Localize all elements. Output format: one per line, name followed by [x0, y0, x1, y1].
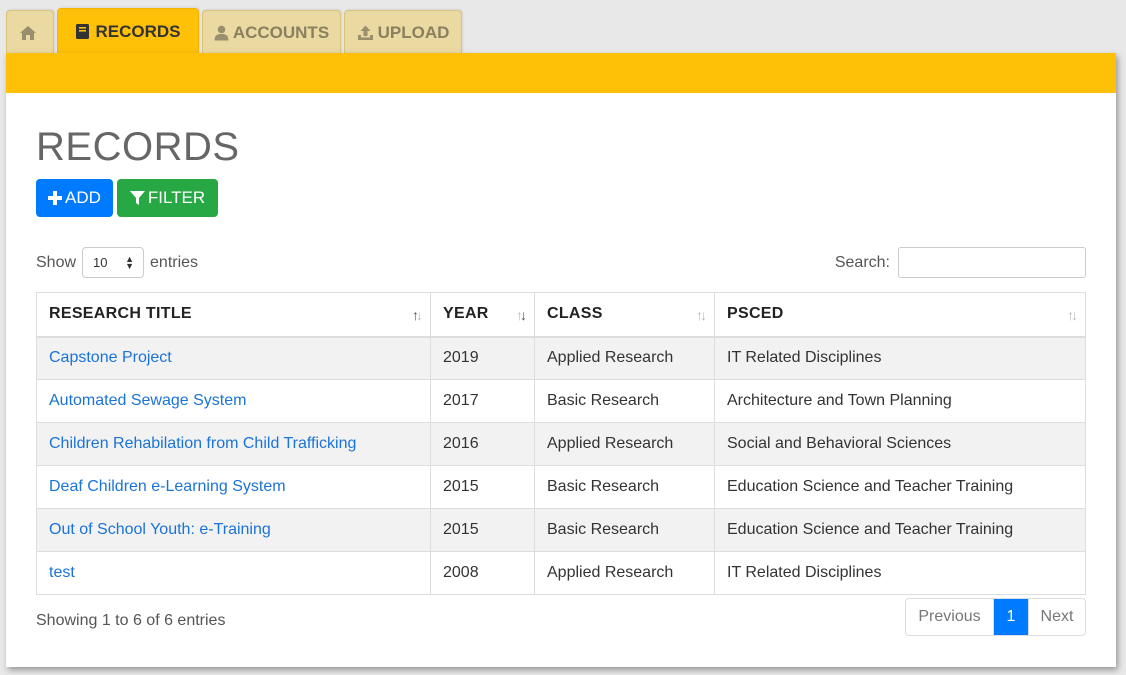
tab-upload[interactable]: UPLOAD — [344, 10, 462, 54]
filter-button[interactable]: FILTER — [117, 179, 218, 217]
show-label: Show — [36, 253, 77, 271]
plus-icon — [48, 191, 63, 205]
page-1-button[interactable]: 1 — [994, 599, 1028, 635]
upload-icon — [357, 25, 374, 41]
column-header-research-title[interactable]: RESEARCH TITLE ↑↓ — [36, 292, 431, 338]
table-row: Out of School Youth: e-Training 2015 Bas… — [36, 508, 1086, 552]
home-icon — [19, 25, 37, 41]
nav-tabs: RECORDS ACCOUNTS UPLOAD — [6, 8, 466, 54]
record-year: 2008 — [430, 551, 535, 595]
table-row: Capstone Project 2019 Applied Research I… — [36, 336, 1086, 380]
sort-icon: ↑↓ — [516, 307, 527, 323]
table-row: Children Rehabilation from Child Traffic… — [36, 422, 1086, 466]
show-entries-control: Show 10 ▲ ▼ entries — [36, 247, 198, 278]
search-label: Search: — [834, 253, 890, 271]
record-class: Applied Research — [534, 422, 715, 466]
add-button-label: ADD — [65, 188, 101, 207]
entries-select-value: 10 — [93, 255, 108, 270]
search-control: Search: — [835, 247, 1086, 278]
record-year: 2019 — [430, 336, 535, 380]
tab-home[interactable] — [6, 10, 54, 54]
column-header-year[interactable]: YEAR ↑↓ — [430, 292, 535, 338]
record-psced: Education Science and Teacher Training — [714, 465, 1086, 509]
user-icon — [214, 25, 229, 41]
sort-asc-icon: ↑↓ — [412, 307, 423, 323]
tab-accounts[interactable]: ACCOUNTS — [202, 10, 341, 54]
tab-records[interactable]: RECORDS — [57, 8, 199, 54]
record-title-link[interactable]: Out of School Youth: e-Training — [49, 521, 271, 538]
record-psced: IT Related Disciplines — [714, 336, 1086, 380]
table-header-row: RESEARCH TITLE ↑↓ YEAR ↑↓ CLASS ↑↓ PSCED… — [36, 292, 1086, 338]
entries-select[interactable]: 10 ▲ ▼ — [82, 247, 145, 278]
record-title-link[interactable]: Children Rehabilation from Child Traffic… — [49, 435, 356, 452]
filter-button-label: FILTER — [147, 188, 206, 207]
tab-upload-label: UPLOAD — [377, 22, 450, 42]
record-title-link[interactable]: test — [49, 564, 75, 581]
record-class: Basic Research — [534, 508, 715, 552]
record-year: 2015 — [430, 508, 535, 552]
previous-page-button[interactable]: Previous — [906, 599, 994, 635]
pagination: Previous 1 Next — [905, 598, 1086, 636]
record-class: Applied Research — [534, 551, 715, 595]
table-info: Showing 1 to 6 of 6 entries — [36, 612, 226, 629]
record-psced: Social and Behavioral Sciences — [714, 422, 1086, 466]
next-page-button[interactable]: Next — [1028, 599, 1085, 635]
record-year: 2015 — [430, 465, 535, 509]
record-title-link[interactable]: Deaf Children e-Learning System — [49, 478, 286, 495]
record-psced: IT Related Disciplines — [714, 551, 1086, 595]
records-table: RESEARCH TITLE ↑↓ YEAR ↑↓ CLASS ↑↓ PSCED… — [36, 292, 1086, 595]
table-row: Automated Sewage System 2017 Basic Resea… — [36, 379, 1086, 423]
select-arrows-icon: ▲ ▼ — [125, 253, 135, 271]
book-icon — [75, 23, 91, 40]
records-panel: RECORDS ADD FILTER Show 10 ▲ ▼ entries Se… — [6, 53, 1116, 667]
panel-header-bar — [6, 53, 1116, 93]
tab-accounts-label: ACCOUNTS — [232, 22, 330, 42]
sort-icon: ↑↓ — [696, 307, 707, 323]
entries-label: entries — [150, 253, 199, 271]
filter-icon — [129, 190, 145, 206]
record-psced: Education Science and Teacher Training — [714, 508, 1086, 552]
page-title: RECORDS — [36, 125, 240, 169]
record-class: Basic Research — [534, 465, 715, 509]
add-button[interactable]: ADD — [36, 179, 113, 217]
column-header-class[interactable]: CLASS ↑↓ — [534, 292, 715, 338]
record-psced: Architecture and Town Planning — [714, 379, 1086, 423]
record-class: Applied Research — [534, 336, 715, 380]
record-title-link[interactable]: Capstone Project — [49, 349, 172, 366]
record-title-link[interactable]: Automated Sewage System — [49, 392, 246, 409]
sort-icon: ↑↓ — [1067, 307, 1078, 323]
search-input[interactable] — [898, 247, 1086, 278]
column-header-psced[interactable]: PSCED ↑↓ — [714, 292, 1086, 338]
record-year: 2016 — [430, 422, 535, 466]
tab-records-label: RECORDS — [95, 21, 181, 41]
table-row: Deaf Children e-Learning System 2015 Bas… — [36, 465, 1086, 509]
table-row: test 2008 Applied Research IT Related Di… — [36, 551, 1086, 595]
record-class: Basic Research — [534, 379, 715, 423]
record-year: 2017 — [430, 379, 535, 423]
